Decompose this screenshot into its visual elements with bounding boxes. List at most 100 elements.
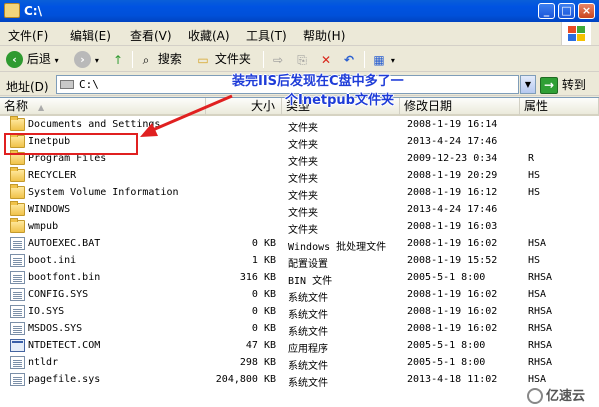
file-modified: 2005-5-1 8:00 bbox=[407, 357, 486, 368]
menu-file[interactable]: 文件(F) bbox=[8, 27, 48, 44]
folder-row[interactable]: System Volume Information 文件夹 2008-1-19 16… bbox=[0, 184, 599, 202]
windows-logo-icon bbox=[561, 22, 591, 45]
file-icon bbox=[10, 356, 25, 369]
chevron-down-icon: ▾ bbox=[54, 56, 59, 65]
close-button[interactable]: × bbox=[578, 3, 595, 19]
file-name: ntldr bbox=[28, 357, 59, 368]
folder-row[interactable]: WINDOWS 文件夹 2013-4-24 17:46 bbox=[0, 201, 599, 219]
toolbar-divider bbox=[132, 51, 133, 68]
file-attributes: RHSA bbox=[528, 357, 553, 368]
file-type: Windows 批处理文件 bbox=[288, 242, 387, 253]
folder-row[interactable]: RECYCLER 文件夹 2008-1-19 20:29 HS bbox=[0, 167, 599, 185]
file-type: 文件夹 bbox=[288, 191, 318, 202]
file-type: 系统文件 bbox=[288, 310, 328, 321]
delete-icon: ✕ bbox=[320, 52, 332, 67]
forward-button[interactable]: › ▾ bbox=[74, 50, 99, 69]
address-label: 地址(D) bbox=[6, 80, 49, 94]
back-label: 后退 bbox=[26, 52, 51, 66]
folder-icon bbox=[10, 150, 25, 165]
file-modified: 2008-1-19 16:14 bbox=[407, 119, 498, 130]
search-icon: ⌕ bbox=[142, 52, 150, 67]
file-type: 配置设置 bbox=[288, 259, 328, 270]
file-attributes: HS bbox=[528, 255, 541, 266]
file-size: 0 KB bbox=[251, 323, 276, 334]
folder-row[interactable]: Inetpub 文件夹 2013-4-24 17:46 bbox=[0, 133, 599, 151]
maximize-button[interactable]: □ bbox=[558, 3, 575, 19]
column-name-label: 名称 bbox=[4, 99, 29, 113]
toolbar: ‹ 后退 ▾ › ▾ ↑ ⌕ 搜索 ▭ 文件夹 ⇨ ⎘ ✕ ↶ ▦ ▾ bbox=[0, 47, 599, 72]
folder-row[interactable]: wmpub 文件夹 2008-1-19 16:03 bbox=[0, 218, 599, 236]
delete-button[interactable]: ✕ bbox=[318, 50, 334, 69]
search-button[interactable]: ⌕ 搜索 bbox=[138, 50, 182, 69]
file-row[interactable]: MSDOS.SYS 0 KB 系统文件 2008-1-19 16:02 RHSA bbox=[0, 321, 599, 338]
folder-row[interactable]: Program Files 文件夹 2009-12-23 0:34 R bbox=[0, 150, 599, 168]
file-name: NTDETECT.COM bbox=[28, 340, 101, 351]
file-icon bbox=[10, 322, 25, 335]
file-name: AUTOEXEC.BAT bbox=[28, 238, 101, 249]
file-row[interactable]: AUTOEXEC.BAT 0 KB Windows 批处理文件 2008-1-19 1… bbox=[0, 236, 599, 253]
column-header-modified[interactable]: 修改日期 bbox=[400, 98, 520, 116]
drive-icon bbox=[60, 80, 74, 89]
file-list[interactable]: 名称 ▲ 大小 类型 修改日期 属性 Documents and Settings… bbox=[0, 97, 599, 407]
annotation-text-line1: 装完IIS后发现在C盘中多了一 bbox=[232, 74, 404, 89]
menu-view[interactable]: 查看(V) bbox=[130, 27, 172, 44]
menu-bar: 文件(F) 编辑(E) 查看(V) 收藏(A) 工具(T) 帮助(H) bbox=[0, 22, 599, 46]
file-name: bootfont.bin bbox=[28, 272, 101, 283]
folder-icon bbox=[4, 3, 20, 18]
move-to-button[interactable]: ⇨ bbox=[270, 50, 286, 69]
column-header-attributes[interactable]: 属性 bbox=[520, 98, 599, 116]
file-row[interactable]: NTDETECT.COM 47 KB 应用程序 2005-5-1 8:00 RHSA bbox=[0, 338, 599, 355]
menu-tools[interactable]: 工具(T) bbox=[246, 27, 287, 44]
file-name: Inetpub bbox=[28, 136, 71, 147]
file-size: 204,800 KB bbox=[215, 374, 276, 385]
file-row[interactable]: IO.SYS 0 KB 系统文件 2008-1-19 16:02 RHSA bbox=[0, 304, 599, 321]
folder-icon bbox=[10, 184, 25, 199]
file-attributes: HS bbox=[528, 170, 541, 181]
file-attributes: RHSA bbox=[528, 323, 553, 334]
file-modified: 2005-5-1 8:00 bbox=[407, 340, 486, 351]
undo-button[interactable]: ↶ bbox=[341, 50, 357, 69]
copy-to-button[interactable]: ⎘ bbox=[294, 50, 310, 69]
go-button[interactable]: → 转到 bbox=[540, 76, 586, 94]
file-row[interactable]: ntldr 298 KB 系统文件 2005-5-1 8:00 RHSA bbox=[0, 355, 599, 372]
file-type: 文件夹 bbox=[288, 140, 318, 151]
file-icon bbox=[10, 254, 25, 267]
file-size: 0 KB bbox=[251, 306, 276, 317]
file-modified: 2008-1-19 15:52 bbox=[407, 255, 498, 266]
minimize-button[interactable]: _ bbox=[538, 3, 555, 19]
file-modified: 2009-12-23 0:34 bbox=[407, 153, 498, 164]
column-header-name[interactable]: 名称 ▲ bbox=[0, 98, 206, 116]
file-name: boot.ini bbox=[28, 255, 77, 266]
back-button[interactable]: ‹ 后退 ▾ bbox=[6, 50, 59, 69]
file-row[interactable]: bootfont.bin 316 KB BIN 文件 2005-5-1 8:00 RHS… bbox=[0, 270, 599, 287]
file-size: 0 KB bbox=[251, 289, 276, 300]
file-attributes: HS bbox=[528, 187, 541, 198]
file-modified: 2008-1-19 16:03 bbox=[407, 221, 498, 232]
folder-row[interactable]: Documents and Settings 文件夹 2008-1-19 16:14 bbox=[0, 116, 599, 134]
file-row[interactable]: CONFIG.SYS 0 KB 系统文件 2008-1-19 16:02 HSA bbox=[0, 287, 599, 304]
file-modified: 2013-4-18 11:02 bbox=[407, 374, 498, 385]
application-icon bbox=[10, 339, 25, 352]
menu-help[interactable]: 帮助(H) bbox=[303, 27, 345, 44]
folders-button[interactable]: ▭ 文件夹 bbox=[195, 50, 251, 69]
column-header-size[interactable]: 大小 bbox=[206, 98, 282, 116]
watermark-text: 亿速云 bbox=[545, 388, 585, 404]
up-folder-button[interactable]: ↑ bbox=[110, 50, 126, 69]
search-label: 搜索 bbox=[157, 52, 182, 66]
annotation-text-line2: 个Inetpub文件夹 bbox=[285, 93, 394, 108]
menu-edit[interactable]: 编辑(E) bbox=[70, 27, 111, 44]
address-dropdown-button[interactable]: ▼ bbox=[520, 75, 536, 94]
file-row[interactable]: pagefile.sys 204,800 KB 系统文件 2013-4-18 11:0… bbox=[0, 372, 599, 389]
copy-to-icon: ⎘ bbox=[297, 52, 307, 67]
menu-favorites[interactable]: 收藏(A) bbox=[188, 27, 230, 44]
views-button[interactable]: ▦ ▾ bbox=[371, 50, 395, 69]
file-modified: 2013-4-24 17:46 bbox=[407, 136, 498, 147]
file-name: Program Files bbox=[28, 153, 107, 164]
file-modified: 2008-1-19 16:02 bbox=[407, 289, 498, 300]
file-type: BIN 文件 bbox=[288, 276, 333, 287]
file-row[interactable]: boot.ini 1 KB 配置设置 2008-1-19 15:52 HS bbox=[0, 253, 599, 270]
move-to-icon: ⇨ bbox=[272, 52, 284, 67]
toolbar-divider bbox=[263, 51, 264, 68]
file-attributes: HSA bbox=[528, 289, 547, 300]
file-type: 文件夹 bbox=[288, 157, 318, 168]
